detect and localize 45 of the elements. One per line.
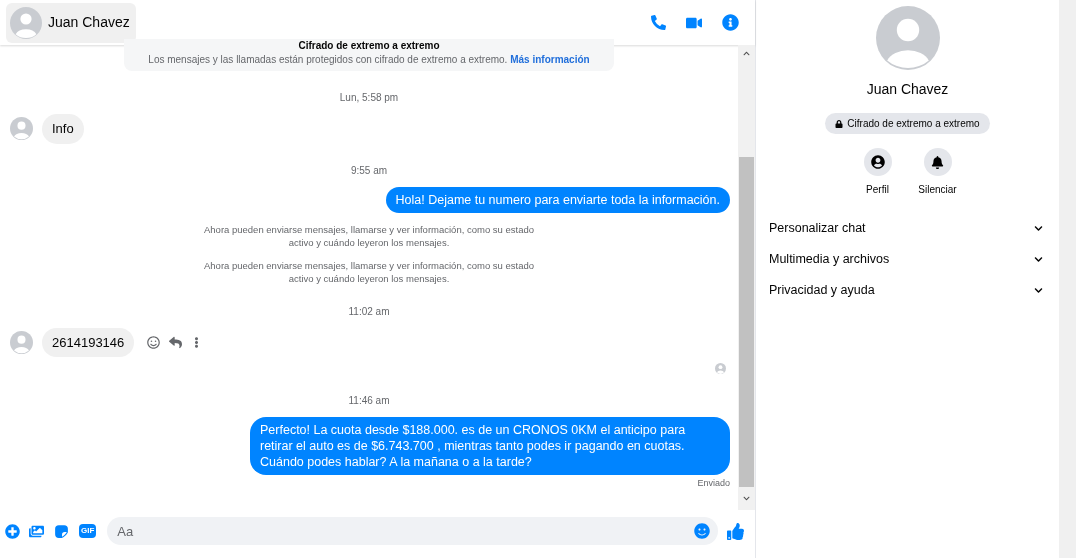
thumbs-up-icon[interactable] xyxy=(727,522,744,540)
profile-name: Juan Chavez xyxy=(866,80,949,99)
section-header[interactable]: Privacidad y ayuda xyxy=(756,275,1059,306)
info-icon[interactable] xyxy=(722,14,739,31)
outgoing-message: Perfecto! La cuota desde $188.000. es de un CRONOS 0KM el anticipo para retirar el auto es de $6.743.700 , mientras tanto podes ir pagando en cuotas. Cuándo podes hablar? A la mañana o a la tarde? xyxy=(250,417,730,475)
timestamp: 11:46 am xyxy=(348,394,390,408)
incoming-message: 2614193146 xyxy=(42,327,135,357)
sent-status: Enviado xyxy=(697,477,730,490)
emoji-icon[interactable] xyxy=(694,523,710,539)
profile-action-button[interactable]: Perfil xyxy=(857,148,898,197)
contact-avatar xyxy=(10,6,42,39)
gif-button[interactable]: GIF xyxy=(79,524,97,538)
notice-text: Los mensajes y las llamadas están protegidos con cifrado de extremo a extremo. xyxy=(148,54,508,65)
notice-title: Cifrado de extremo a extremo xyxy=(297,39,441,53)
system-message: Ahora pueden enviarse mensajes, llamarse y ver información, como su estado activo y cuándo leyeron los mensajes. xyxy=(203,222,535,249)
section-header[interactable]: Multimedia y archivos xyxy=(756,244,1059,275)
system-message: Ahora pueden enviarse mensajes, llamarse y ver información, como su estado activo y cuándo leyeron los mensajes. xyxy=(203,258,535,285)
image-icon[interactable] xyxy=(29,523,44,539)
profile-avatar xyxy=(875,6,940,70)
timestamp: 11:02 am xyxy=(348,304,390,319)
section-header[interactable]: Personalizar chat xyxy=(756,213,1059,244)
phone-icon[interactable] xyxy=(651,15,666,30)
contact-avatar xyxy=(10,330,33,354)
seen-avatar xyxy=(715,363,726,374)
encryption-badge: Cifrado de extremo a extremo xyxy=(825,113,990,134)
scroll-up-icon[interactable] xyxy=(743,50,750,57)
timestamp: 9:55 am xyxy=(350,163,388,178)
outgoing-message: Hola! Dejame tu numero para enviarte toda la información. xyxy=(385,186,730,213)
scrollbar-thumb[interactable] xyxy=(739,157,754,487)
react-icon[interactable] xyxy=(147,335,161,349)
profile-action-button[interactable]: Silenciar xyxy=(917,148,958,197)
bell-icon xyxy=(931,155,944,169)
reply-icon[interactable] xyxy=(169,335,183,349)
scroll-down-icon[interactable] xyxy=(743,495,750,502)
contact-header-button[interactable]: Juan Chavez xyxy=(6,2,136,43)
incoming-message: Info xyxy=(42,114,84,144)
contact-avatar xyxy=(10,117,33,141)
add-icon[interactable] xyxy=(5,523,20,539)
sticker-icon[interactable] xyxy=(53,522,70,540)
more-info-link[interactable]: Más información xyxy=(510,54,590,65)
message-input[interactable]: Aa xyxy=(107,517,718,545)
person-icon xyxy=(870,155,885,169)
timestamp: Lun, 5:58 pm xyxy=(339,91,399,105)
lock-icon xyxy=(835,119,844,128)
scrollbar[interactable] xyxy=(738,45,755,510)
